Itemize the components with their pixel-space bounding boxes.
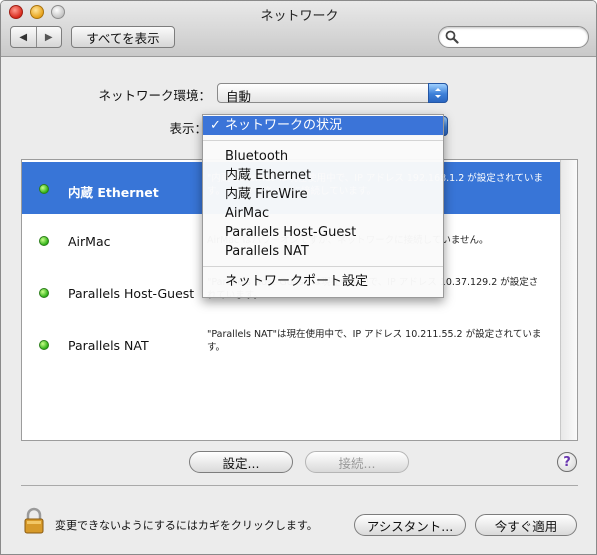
assistant-button[interactable]: アシスタント... bbox=[354, 514, 466, 536]
status-green-icon bbox=[39, 236, 49, 246]
forward-button[interactable]: ▶ bbox=[37, 27, 62, 47]
status-green-icon bbox=[39, 340, 49, 350]
show-dropdown-menu: ✓ ネットワークの状況 Bluetooth 内蔵 Ethernet 内蔵 Fir… bbox=[202, 114, 444, 298]
location-popup[interactable]: 自動 bbox=[217, 83, 448, 104]
menu-item-airmac[interactable]: AirMac bbox=[203, 204, 443, 223]
interface-status: "Parallels NAT"は現在使用中で、IP アドレス 10.211.55… bbox=[207, 329, 542, 353]
vertical-scrollbar[interactable] bbox=[560, 160, 577, 440]
menu-item-built-in-firewire[interactable]: 内蔵 FireWire bbox=[203, 185, 443, 204]
menu-item-parallels-host-guest[interactable]: Parallels Host-Guest bbox=[203, 223, 443, 242]
checkmark-icon: ✓ bbox=[210, 118, 221, 133]
menu-item-bluetooth[interactable]: Bluetooth bbox=[203, 147, 443, 166]
popup-arrows-icon bbox=[428, 83, 448, 103]
menu-item-network-port-settings[interactable]: ネットワークポート設定 bbox=[203, 272, 443, 291]
divider bbox=[21, 485, 578, 486]
menu-item-label: ネットワークの状況 bbox=[225, 118, 343, 133]
interface-name: 内蔵 Ethernet bbox=[68, 185, 159, 200]
menu-item-network-status[interactable]: ✓ ネットワークの状況 bbox=[203, 116, 443, 135]
lock-message: 変更できないようにするにはカギをクリックします。 bbox=[55, 519, 318, 532]
toolbar: ネットワーク ◀ ▶ すべてを表示 bbox=[1, 1, 596, 57]
window-title: ネットワーク bbox=[260, 9, 339, 24]
location-label: ネットワーク環境： bbox=[98, 88, 211, 103]
menu-item-built-in-ethernet[interactable]: 内蔵 Ethernet bbox=[203, 166, 443, 185]
connect-button[interactable]: 接続... bbox=[305, 451, 409, 473]
back-forward-control: ◀ ▶ bbox=[10, 26, 62, 48]
apply-now-button[interactable]: 今すぐ適用 bbox=[475, 514, 577, 536]
list-item[interactable]: Parallels NAT "Parallels NAT"は現在使用中で、IP … bbox=[22, 318, 561, 370]
interface-name: AirMac bbox=[68, 234, 111, 249]
menu-separator bbox=[203, 266, 443, 267]
help-button[interactable]: ? bbox=[557, 452, 577, 472]
search-icon bbox=[445, 30, 459, 44]
menu-item-parallels-nat[interactable]: Parallels NAT bbox=[203, 242, 443, 261]
lock-icon[interactable] bbox=[23, 507, 45, 535]
show-label: 表示： bbox=[169, 121, 207, 136]
configure-button[interactable]: 設定... bbox=[189, 451, 293, 473]
back-button[interactable]: ◀ bbox=[11, 27, 37, 47]
status-green-icon bbox=[39, 288, 49, 298]
search-input[interactable] bbox=[438, 26, 589, 48]
show-all-button[interactable]: すべてを表示 bbox=[71, 26, 175, 48]
network-preferences-window: ネットワーク ◀ ▶ すべてを表示 ネットワーク環境： 自動 表示： 内蔵 Et… bbox=[0, 0, 597, 555]
location-value: 自動 bbox=[226, 89, 252, 104]
interface-name: Parallels Host-Guest bbox=[68, 286, 195, 301]
status-green-icon bbox=[39, 184, 49, 194]
menu-separator bbox=[203, 140, 443, 141]
interface-name: Parallels NAT bbox=[68, 338, 149, 353]
